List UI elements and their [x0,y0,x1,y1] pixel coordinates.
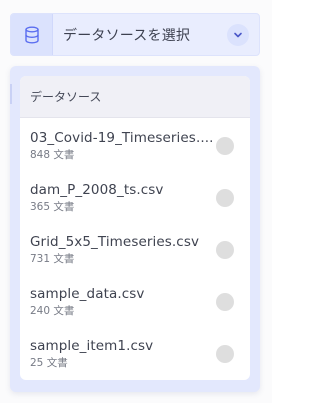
item-name: sample_item1.csv [30,338,154,354]
radio-button[interactable] [216,293,234,311]
list-item-dam[interactable]: dam_P_2008_ts.csv 365 文書 [20,170,250,222]
dropdown-edge-marker [10,84,12,104]
data-source-list: データソース 03_Covid-19_Timeseries.... 848 文書… [20,76,250,380]
item-name: Grid_5x5_Timeseries.csv [30,234,200,250]
database-icon [24,26,39,44]
data-source-selector[interactable]: データソースを選択 [10,13,260,56]
item-name: 03_Covid-19_Timeseries.... [30,130,212,146]
database-icon-box [11,14,53,55]
item-name: dam_P_2008_ts.csv [30,182,164,198]
dropdown-toggle-button[interactable] [227,23,249,46]
list-header: データソース [20,76,250,118]
chevron-down-icon [234,32,242,37]
data-source-picker: データソースを選択 データソース 03_Covid-19_Timeseries.… [0,0,272,403]
selector-label: データソースを選択 [63,27,191,44]
list-item-covid[interactable]: 03_Covid-19_Timeseries.... 848 文書 [20,118,250,170]
item-name: sample_data.csv [30,286,145,302]
list-item-sample-data[interactable]: sample_data.csv 240 文書 [20,274,250,326]
list-item-grid[interactable]: Grid_5x5_Timeseries.csv 731 文書 [20,222,250,274]
data-source-dropdown: データソース 03_Covid-19_Timeseries.... 848 文書… [10,66,260,392]
radio-button[interactable] [216,137,234,155]
radio-button[interactable] [216,241,234,259]
radio-button[interactable] [216,189,234,207]
radio-button[interactable] [216,345,234,363]
list-item-sample-item1[interactable]: sample_item1.csv 25 文書 [20,326,250,378]
